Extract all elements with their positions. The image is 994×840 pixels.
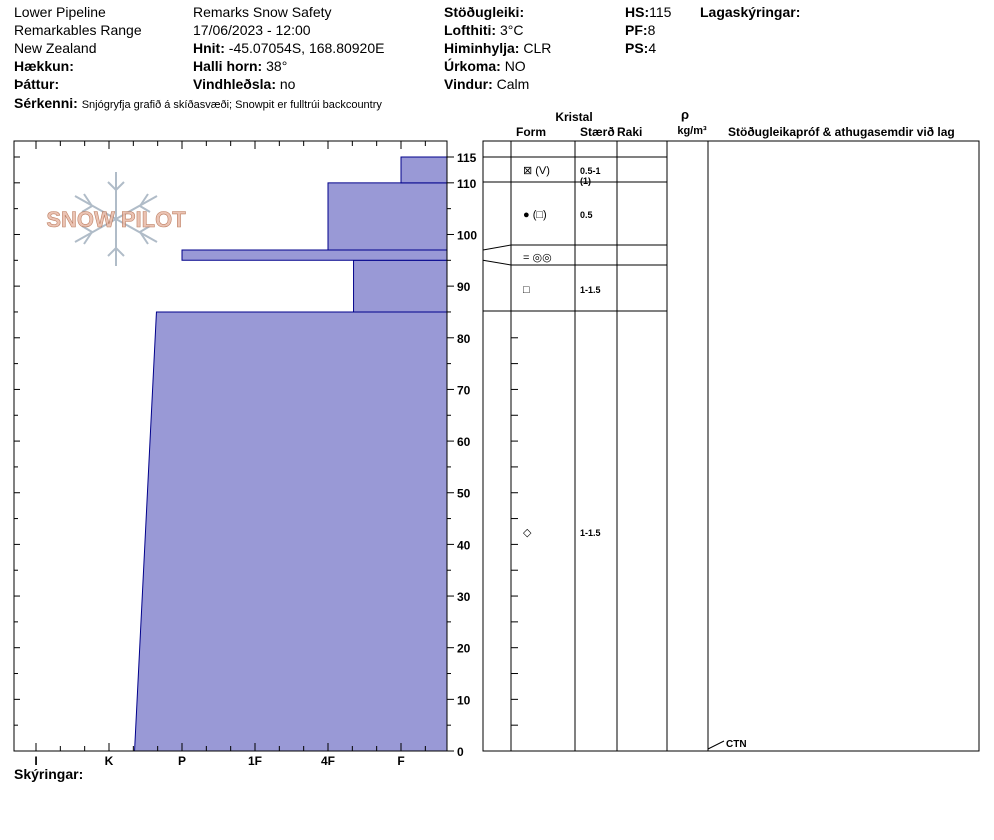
x-tick-label: P: [178, 754, 186, 768]
y-tick-label: 70: [457, 383, 471, 397]
y-tick-label: 115: [457, 151, 477, 165]
crystal-form-1: □: [523, 284, 530, 296]
snow-profile-chart: SNOW PILOT I K P 1F 4F F 0 10 20 30 40 50 60 70 80 90 1…: [13, 107, 980, 768]
ctn-pointer: [707, 740, 725, 750]
y-tick-label: 50: [457, 487, 471, 501]
hardness-layer-3: [327, 182, 448, 251]
crystal-form-3: ● (□): [523, 209, 547, 221]
crystal-form-0: ◇: [523, 527, 532, 539]
crystal-size-3: 0.5: [580, 210, 593, 220]
crystal-form-4: ⊠ (V): [523, 165, 550, 177]
header-density-unit: kg/m³: [677, 125, 707, 137]
layer-table-frame: [482, 140, 980, 752]
crystal-size-0: 1-1.5: [580, 528, 601, 538]
y-tick-label: 10: [457, 693, 471, 707]
header-form: Form: [516, 125, 546, 139]
crystal-size-1: 1-1.5: [580, 285, 601, 295]
y-tick-label: 100: [457, 228, 477, 242]
header-kristal: Kristal: [555, 110, 592, 124]
header-tests: Stöðugleikapróf & athugasemdir við lag: [728, 125, 955, 139]
y-tick-label: 30: [457, 590, 471, 604]
hardness-layer-0: [134, 311, 448, 752]
header-rho: ρ: [681, 107, 689, 122]
header-size: Stærð: [580, 125, 615, 139]
y-tick-label: 60: [457, 435, 471, 449]
hardness-layer-2: [181, 249, 448, 261]
y-tick-label: 40: [457, 538, 471, 552]
crystal-size-4: 0.5-1: [580, 166, 601, 176]
ctn-annotation: CTN: [726, 739, 747, 750]
y-tick-label: 90: [457, 280, 471, 294]
crystal-size-extra-4: (1): [580, 176, 591, 186]
hardness-layer-1: [353, 259, 448, 313]
snowpilot-logo: SNOW PILOT: [46, 207, 186, 232]
x-tick-label: K: [105, 754, 114, 768]
crystal-form-2: = ◎◎: [523, 252, 552, 264]
x-tick-label: 4F: [321, 754, 335, 768]
header-moisture: Raki: [617, 125, 642, 139]
hardness-layer-4: [400, 156, 448, 184]
x-tick-label: F: [397, 754, 404, 768]
y-tick-label: 20: [457, 642, 471, 656]
y-tick-label: 80: [457, 332, 471, 346]
x-tick-label: 1F: [248, 754, 262, 768]
y-tick-label: 110: [457, 177, 477, 191]
x-tick-label: I: [34, 754, 37, 768]
y-tick-label: 0: [457, 745, 464, 759]
